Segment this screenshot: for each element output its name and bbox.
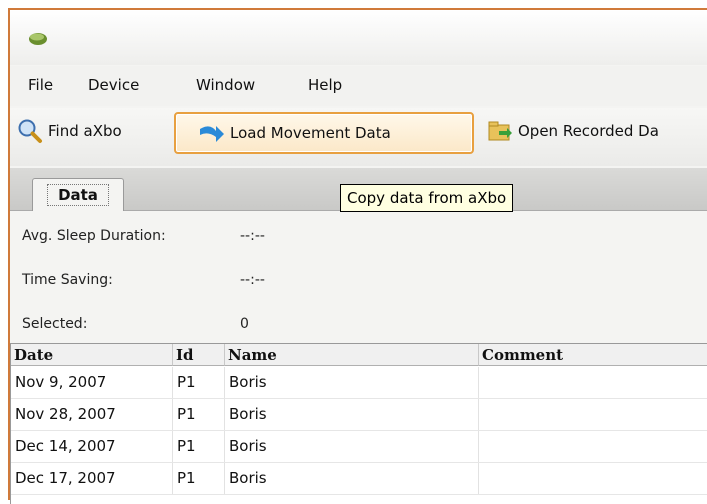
find-axbo-label: Find aXbo (48, 122, 122, 140)
cell-date: Dec 14, 2007 (11, 431, 173, 462)
cell-comment[interactable] (479, 431, 707, 462)
cell-id: P1 (173, 367, 225, 398)
table-row[interactable]: Nov 9, 2007 P1 Boris (11, 367, 707, 399)
table-row[interactable]: Dec 14, 2007 P1 Boris (11, 431, 707, 463)
data-table: Date Id Name Comment Nov 9, 2007 P1 Bori… (10, 343, 707, 504)
cell-comment[interactable] (479, 463, 707, 494)
arrow-icon (200, 126, 224, 142)
load-movement-data-label: Load Movement Data (230, 124, 391, 142)
column-header-id[interactable]: Id (173, 344, 225, 366)
cell-date: Nov 9, 2007 (11, 367, 173, 398)
tooltip: Copy data from aXbo (340, 184, 514, 212)
menu-help[interactable]: Help (308, 76, 342, 94)
cell-id: P1 (173, 399, 225, 430)
cell-date: Dec 17, 2007 (11, 463, 173, 494)
menu-device[interactable]: Device (88, 76, 139, 94)
avg-sleep-duration-value: --:-- (240, 228, 265, 244)
table-row[interactable]: Dec 17, 2007 P1 Boris (11, 463, 707, 495)
app-logo-icon (29, 33, 47, 45)
cell-date: Nov 28, 2007 (11, 399, 173, 430)
avg-sleep-duration-label: Avg. Sleep Duration: (22, 228, 166, 244)
open-recorded-data-label: Open Recorded Da (518, 122, 659, 140)
tab-data[interactable]: Data (32, 178, 124, 211)
cell-name: Boris (225, 431, 479, 462)
column-header-comment[interactable]: Comment (479, 344, 707, 366)
selected-value: 0 (240, 316, 249, 332)
time-saving-value: --:-- (240, 272, 265, 288)
folder-open-icon (488, 121, 512, 141)
selected-label: Selected: (22, 316, 88, 332)
cell-name: Boris (225, 367, 479, 398)
toolbar: Find aXbo Load Movement Data Open Record… (10, 108, 707, 166)
tab-data-label: Data (47, 184, 109, 206)
time-saving-label: Time Saving: (22, 272, 113, 288)
magnifier-icon (18, 119, 42, 143)
cell-id: P1 (173, 431, 225, 462)
cell-name: Boris (225, 463, 479, 494)
load-movement-data-button[interactable]: Load Movement Data (174, 112, 474, 154)
cell-id: P1 (173, 463, 225, 494)
cell-comment[interactable] (479, 367, 707, 398)
cell-name: Boris (225, 399, 479, 430)
cell-comment[interactable] (479, 399, 707, 430)
column-header-date[interactable]: Date (11, 344, 173, 366)
menu-bar: File Device Window Help (10, 66, 707, 106)
column-header-name[interactable]: Name (225, 344, 479, 366)
title-bar (10, 10, 707, 65)
find-axbo-button[interactable]: Find aXbo (16, 112, 122, 150)
table-row[interactable]: Nov 28, 2007 P1 Boris (11, 399, 707, 431)
open-recorded-data-button[interactable]: Open Recorded Da (486, 112, 659, 150)
menu-file[interactable]: File (28, 76, 53, 94)
menu-window[interactable]: Window (196, 76, 255, 94)
